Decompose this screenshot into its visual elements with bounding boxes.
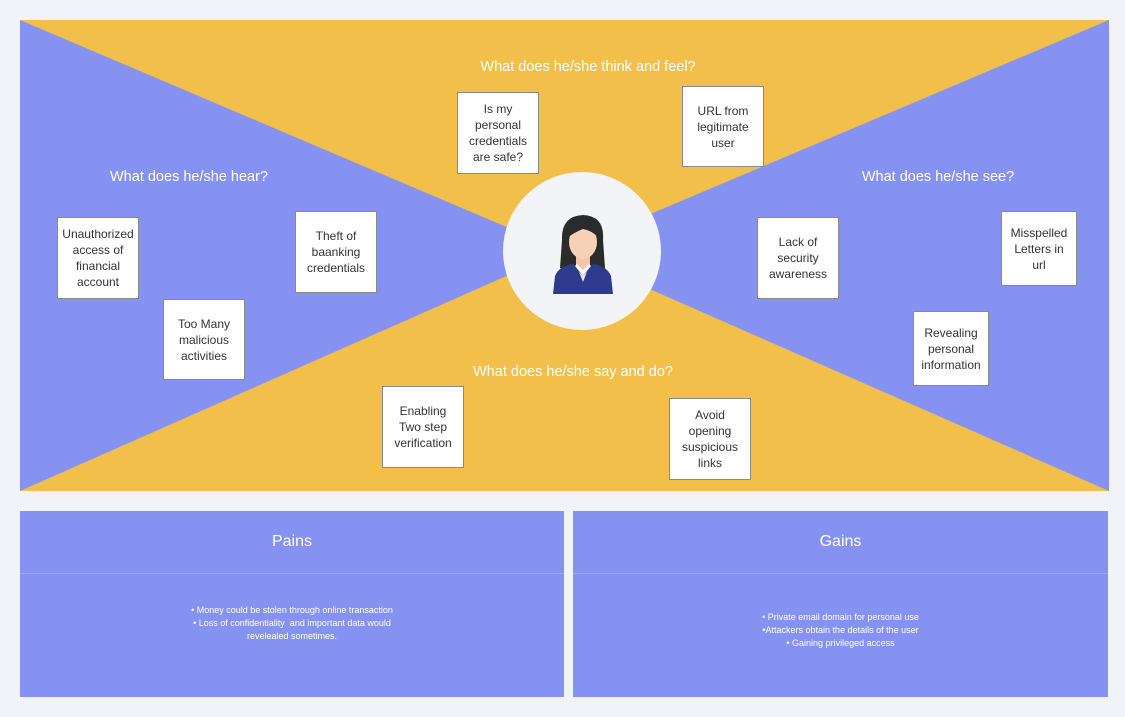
say-do-label: What does he/she say and do?: [473, 364, 673, 380]
hear-label: What does he/she hear?: [110, 169, 268, 185]
gains-item: • Gaining privileged access: [786, 638, 895, 648]
sticky-note[interactable]: Avoid opening suspicious links: [669, 398, 751, 480]
sticky-note[interactable]: Revealing personal information: [913, 311, 989, 386]
sticky-note[interactable]: Enabling Two step verification: [382, 386, 464, 468]
avatar-circle: [503, 172, 661, 330]
gains-title: Gains: [573, 511, 1108, 574]
sticky-note[interactable]: Theft of baanking credentials: [295, 211, 377, 293]
sticky-note[interactable]: Too Many malicious activities: [163, 299, 245, 380]
gains-item: •Attackers obtain the details of the use…: [762, 625, 919, 635]
empathy-map: What does he/she think and feel? What do…: [20, 20, 1109, 491]
sticky-note[interactable]: Is my personal credentials are safe?: [457, 92, 539, 174]
pains-item: • Loss of confidentiality and important …: [193, 618, 391, 628]
user-avatar-icon: [553, 215, 613, 294]
pains-item: revelealed sometimes.: [246, 631, 338, 641]
sticky-note[interactable]: Unauthorized access of financial account: [57, 217, 139, 299]
gains-list: • Private email domain for personal use …: [573, 611, 1108, 650]
pains-item: • Money could be stolen through online t…: [191, 605, 393, 615]
gains-item: • Private email domain for personal use: [762, 612, 919, 622]
sticky-note[interactable]: URL from legitimate user: [682, 86, 764, 167]
pains-title: Pains: [20, 511, 564, 574]
sticky-note[interactable]: Misspelled Letters in url: [1001, 211, 1077, 286]
see-label: What does he/she see?: [861, 169, 1015, 185]
pains-list: • Money could be stolen through online t…: [20, 604, 564, 643]
gains-panel: Gains • Private email domain for persona…: [573, 511, 1108, 697]
sticky-note[interactable]: Lack of security awareness: [757, 217, 839, 299]
think-feel-label: What does he/she think and feel?: [480, 59, 696, 75]
pains-panel: Pains • Money could be stolen through on…: [20, 511, 564, 697]
